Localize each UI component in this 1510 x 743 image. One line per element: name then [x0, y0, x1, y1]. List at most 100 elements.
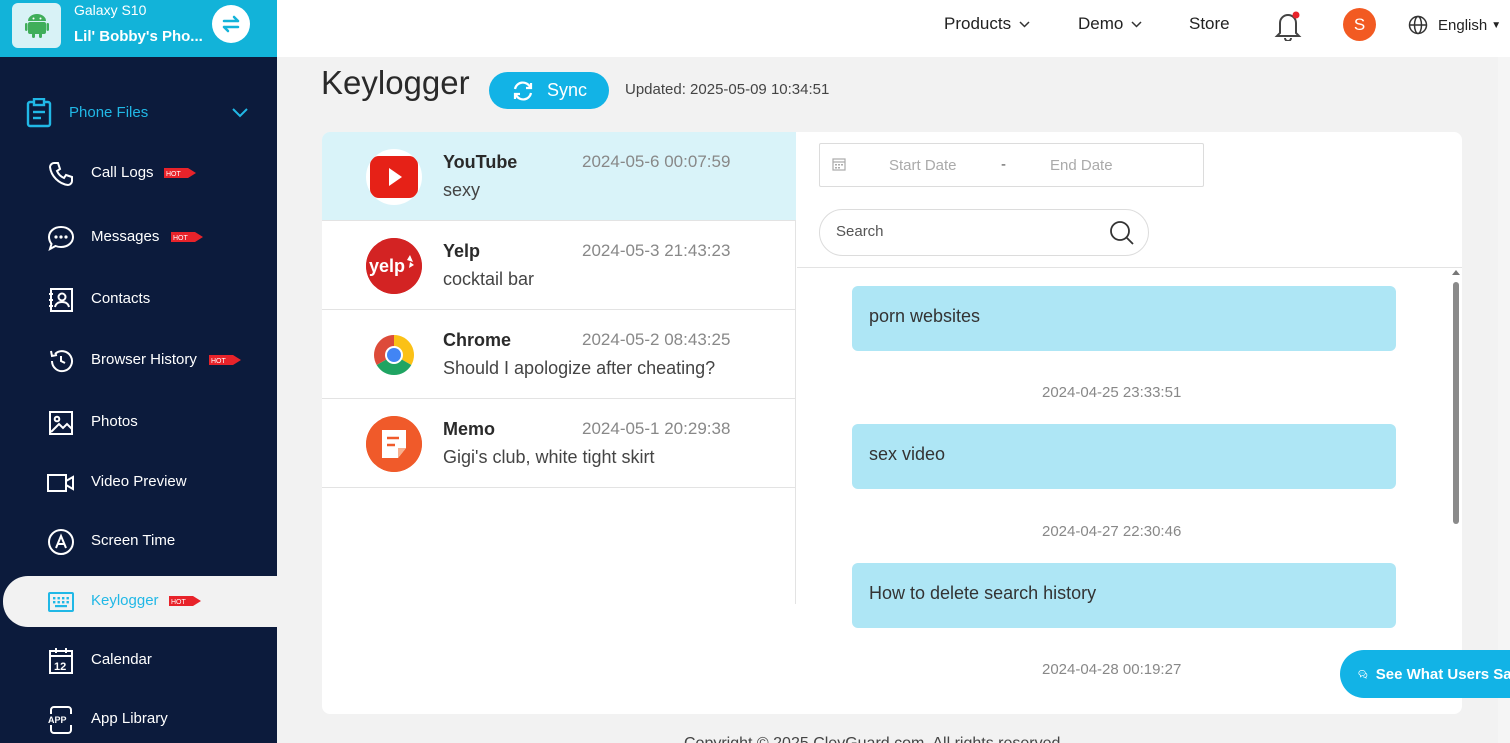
- sidebar-item-browser-history[interactable]: Browser History HOT: [0, 335, 277, 385]
- sidebar-item-call-logs[interactable]: Call Logs HOT: [0, 148, 277, 198]
- store-label: Store: [1189, 14, 1230, 33]
- search-input[interactable]: [836, 223, 1096, 240]
- caret-down-icon: ▼: [1491, 19, 1502, 31]
- chat-bubble-icon: [46, 223, 76, 253]
- app-row-chrome[interactable]: Chrome 2024-05-2 08:43:25 Should I apolo…: [322, 310, 796, 399]
- notifications-button[interactable]: [1273, 9, 1303, 42]
- calendar-icon: 12: [46, 646, 76, 676]
- app-store-icon: [46, 527, 76, 557]
- svg-text:yelp: yelp: [369, 256, 405, 276]
- device-model: Galaxy S10: [74, 2, 147, 18]
- demo-menu[interactable]: Demo: [1078, 14, 1142, 34]
- date-range-picker[interactable]: Start Date - End Date: [819, 143, 1204, 187]
- svg-text:12: 12: [54, 661, 66, 673]
- refresh-icon: [513, 80, 533, 101]
- sidebar-item-app-library[interactable]: APP App Library: [0, 694, 277, 743]
- message-time: 2024-04-28 00:19:27: [1042, 661, 1182, 678]
- app-row-yelp[interactable]: yelp Yelp 2024-05-3 21:43:23 cocktail ba…: [322, 221, 796, 310]
- divider: [797, 267, 1462, 268]
- app-text: Should I apologize after cheating?: [443, 358, 716, 378]
- app-text: Gigi's club, white tight skirt: [443, 447, 655, 467]
- sidebar-item-video-preview[interactable]: Video Preview: [0, 457, 277, 507]
- chat-bubbles-icon: [1358, 669, 1368, 679]
- date-separator: -: [1001, 156, 1006, 173]
- app-name: Memo: [443, 419, 496, 439]
- phone-icon: [46, 159, 76, 189]
- sidebar-item-label: Call Logs: [91, 164, 154, 181]
- demo-label: Demo: [1078, 14, 1124, 33]
- sidebar-item-label: Video Preview: [91, 473, 187, 490]
- page-scrollbar[interactable]: [1498, 57, 1510, 743]
- sidebar-item-screen-time[interactable]: Screen Time: [0, 516, 277, 566]
- sidebar-item-photos[interactable]: Photos: [0, 397, 277, 447]
- image-icon: [46, 408, 76, 438]
- phone-files-label: Phone Files: [69, 104, 149, 121]
- keylog-message: How to delete search history: [852, 563, 1396, 628]
- clipboard-icon: [26, 97, 52, 133]
- app-name: Yelp: [443, 241, 481, 261]
- app-text: sexy: [443, 180, 481, 200]
- keylogger-card: YouTube 2024-05-6 00:07:59 sexy yelp Yel…: [322, 132, 1462, 714]
- svg-text:HOT: HOT: [211, 358, 227, 365]
- see-what-users-say-button[interactable]: See What Users Say: [1340, 650, 1510, 698]
- footer-copyright: Copyright © 2025 ClevGuard.com. All righ…: [684, 735, 1065, 743]
- search-icon[interactable]: [1109, 220, 1135, 251]
- search-box: [819, 209, 1149, 256]
- sidebar-item-keylogger[interactable]: Keylogger HOT: [3, 576, 277, 627]
- avatar[interactable]: S: [1343, 8, 1376, 41]
- updated-timestamp: Updated: 2025-05-09 10:34:51: [625, 81, 830, 98]
- end-date-input[interactable]: End Date: [1050, 157, 1113, 174]
- switch-device-button[interactable]: [212, 5, 250, 43]
- sidebar-item-label: App Library: [91, 710, 168, 727]
- hot-badge: HOT: [171, 232, 203, 242]
- messages-scrollbar[interactable]: [1449, 268, 1462, 714]
- sidebar-item-label: Contacts: [91, 290, 151, 307]
- keylog-message: porn websites: [852, 286, 1396, 351]
- products-label: Products: [944, 14, 1012, 33]
- app-time: 2024-05-6 00:07:59: [582, 152, 731, 171]
- sidebar-item-label: Screen Time: [91, 532, 176, 549]
- app-text: cocktail bar: [443, 269, 535, 289]
- sidebar-item-label: Keylogger: [91, 592, 159, 609]
- app-time: 2024-05-3 21:43:23: [582, 241, 731, 260]
- scroll-thumb[interactable]: [1453, 282, 1459, 524]
- keylog-detail-pane: Start Date - End Date porn websites 2024…: [797, 132, 1462, 714]
- chrome-icon: [366, 327, 422, 383]
- device-name: Lil' Bobby's Pho...: [74, 28, 203, 45]
- svg-text:APP: APP: [48, 715, 67, 725]
- app-time: 2024-05-2 08:43:25: [582, 330, 731, 349]
- app-time: 2024-05-1 20:29:38: [582, 419, 731, 438]
- message-time: 2024-04-27 22:30:46: [1042, 523, 1182, 540]
- swap-arrows-icon: [222, 15, 240, 33]
- products-menu[interactable]: Products: [944, 14, 1030, 34]
- chevron-down-icon: [1019, 20, 1030, 28]
- app-list: YouTube 2024-05-6 00:07:59 sexy yelp Yel…: [322, 132, 796, 604]
- sidebar-item-contacts[interactable]: Contacts: [0, 274, 277, 324]
- start-date-input[interactable]: Start Date: [889, 157, 957, 174]
- calendar-icon: [832, 157, 846, 175]
- keyboard-icon: [46, 587, 76, 617]
- language-selector[interactable]: English ▼: [1408, 15, 1501, 35]
- phone-files-section[interactable]: Phone Files: [0, 88, 277, 138]
- history-clock-icon: [46, 346, 76, 376]
- scroll-up-arrow[interactable]: [1452, 270, 1460, 275]
- chevron-down-icon: [1131, 20, 1142, 28]
- sync-label: Sync: [546, 80, 588, 100]
- svg-text:HOT: HOT: [166, 171, 182, 178]
- message-time: 2024-04-25 23:33:51: [1042, 384, 1182, 401]
- sidebar-item-calendar[interactable]: 12 Calendar: [0, 635, 277, 685]
- video-camera-icon: [46, 468, 76, 498]
- app-icon: APP: [46, 705, 76, 735]
- store-link[interactable]: Store: [1189, 14, 1230, 34]
- app-row-youtube[interactable]: YouTube 2024-05-6 00:07:59 sexy: [322, 132, 796, 221]
- sync-button[interactable]: Sync: [489, 72, 609, 109]
- sidebar-item-label: Photos: [91, 413, 138, 430]
- hot-badge: HOT: [164, 168, 196, 178]
- chevron-down-icon: [232, 105, 248, 123]
- globe-icon: [1408, 15, 1428, 35]
- app-row-memo[interactable]: Memo 2024-05-1 20:29:38 Gigi's club, whi…: [322, 399, 796, 488]
- sidebar-item-messages[interactable]: Messages HOT: [0, 212, 277, 262]
- youtube-icon: [366, 149, 422, 205]
- language-label: English: [1438, 16, 1488, 34]
- sidebar: Galaxy S10 Lil' Bobby's Pho... Phone Fil…: [0, 0, 277, 743]
